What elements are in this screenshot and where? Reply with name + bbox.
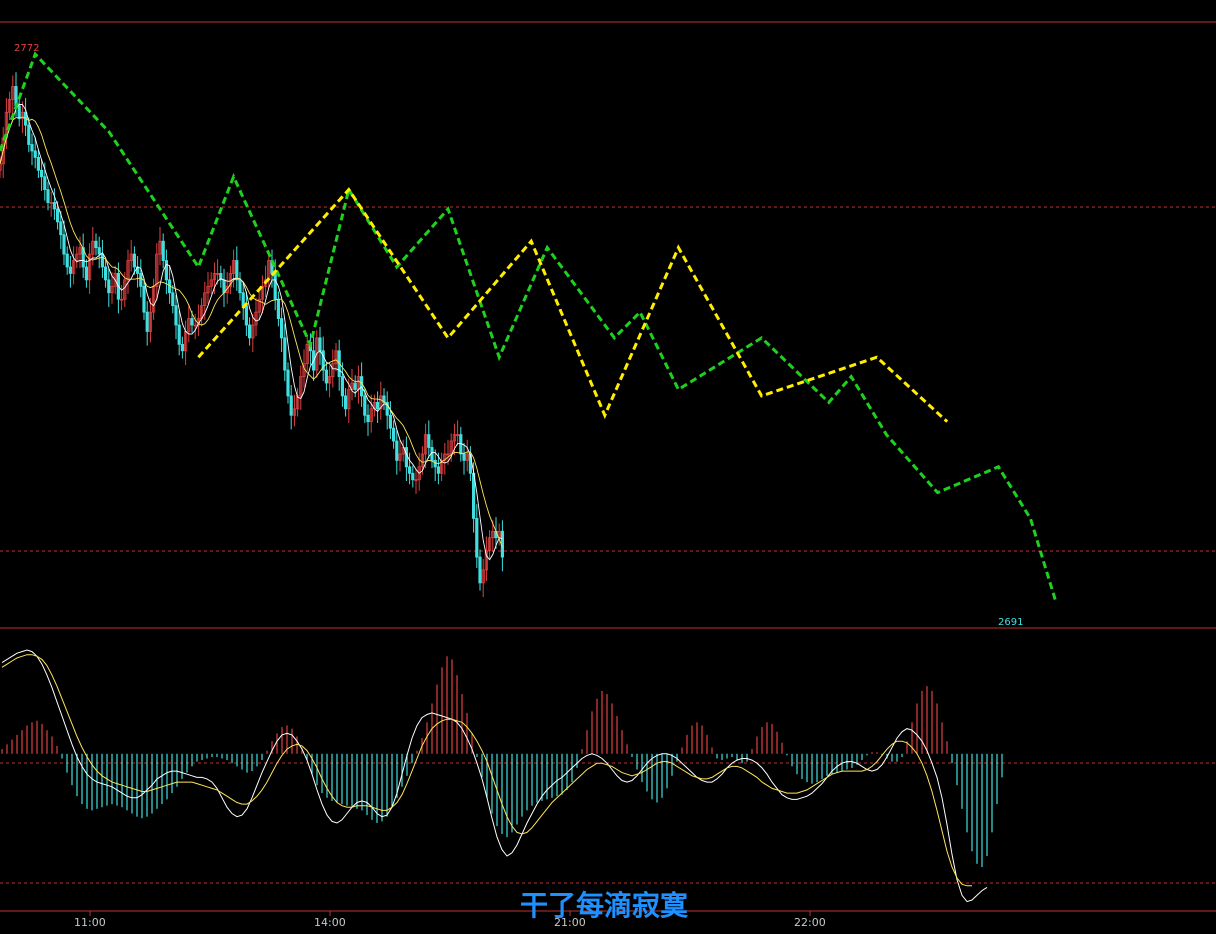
candle-body (283, 337, 287, 371)
x-tick-label-4: 22:00 (794, 916, 826, 929)
candle-body (273, 273, 277, 300)
candle-body (174, 305, 178, 326)
candle-body (238, 279, 242, 294)
wave-overlays (0, 51, 1058, 603)
yellow-dashed-overlay (197, 187, 949, 423)
candle-body (462, 453, 466, 461)
candle-body (100, 253, 104, 268)
candle-body (478, 556, 482, 584)
candle-body (289, 395, 293, 416)
candle-body (395, 440, 399, 461)
candle-body (388, 414, 393, 429)
candle-body (52, 202, 57, 210)
candle-body (411, 472, 415, 481)
candle-body (161, 240, 165, 261)
candle-body (241, 292, 245, 307)
candle-body (33, 150, 37, 158)
candle-body (17, 105, 21, 120)
candle-body (36, 156, 41, 171)
green-dashed-overlay (0, 51, 1058, 603)
candle-body (279, 318, 284, 339)
candle-body (132, 253, 136, 268)
candle-body (427, 434, 431, 448)
candle-body (177, 324, 181, 345)
candle-body (235, 260, 239, 281)
candle-body (286, 369, 290, 397)
x-tick-label-1: 11:00 (74, 916, 106, 929)
candle-body (190, 318, 194, 326)
candle-body (164, 260, 168, 281)
candle-body (244, 305, 248, 326)
x-tick-label-2: 14:00 (314, 916, 346, 929)
candle-body (68, 266, 72, 274)
moving-average-lines (0, 104, 503, 561)
candle-body (59, 221, 63, 236)
candle-body (391, 427, 396, 442)
candle-body (94, 240, 98, 249)
candle-body (97, 247, 101, 255)
candle-body (107, 279, 111, 294)
candle-body (27, 124, 31, 145)
candle-body (436, 466, 441, 474)
watermark-text: 干了每滴寂寞 (520, 889, 689, 922)
candle-body (318, 337, 322, 352)
candle-body (276, 298, 281, 319)
candle-body (359, 376, 364, 397)
candle-body (40, 169, 44, 178)
candle-body (407, 466, 412, 474)
candle-body (180, 343, 184, 352)
candle-body (353, 382, 357, 390)
candle-body (247, 324, 252, 339)
candle-body (43, 176, 47, 191)
candle-body (475, 518, 479, 558)
candle-body (46, 189, 50, 203)
macd-dif-line (1, 649, 988, 903)
macd-indicator (1, 649, 1003, 903)
high-price-label: 2772 (14, 43, 39, 54)
candle-body (343, 395, 348, 410)
ma-fast-line (0, 104, 503, 561)
candle-body (324, 369, 329, 384)
candle-body (363, 395, 367, 416)
low-price-label: 2691 (998, 617, 1023, 628)
candle-body (142, 285, 146, 313)
candle-body (340, 376, 345, 397)
ma-slow-line (0, 116, 503, 548)
candle-body (366, 414, 370, 423)
candle-body (404, 447, 409, 468)
candle-body (145, 311, 149, 332)
candle-body (139, 273, 143, 287)
candle-body (222, 279, 226, 294)
candlestick-series (0, 72, 505, 598)
candle-body (84, 266, 88, 281)
candle-body (104, 266, 108, 281)
futures-chart[interactable]: 2772 2691 11:00 14:00 21:00 22:00 干了每滴寂寞 (0, 0, 1216, 934)
candle-body (30, 144, 34, 152)
candle-body (56, 208, 60, 223)
candle-body (171, 292, 175, 307)
candle-body (62, 234, 66, 255)
candle-body (375, 401, 380, 410)
candle-body (65, 253, 69, 268)
